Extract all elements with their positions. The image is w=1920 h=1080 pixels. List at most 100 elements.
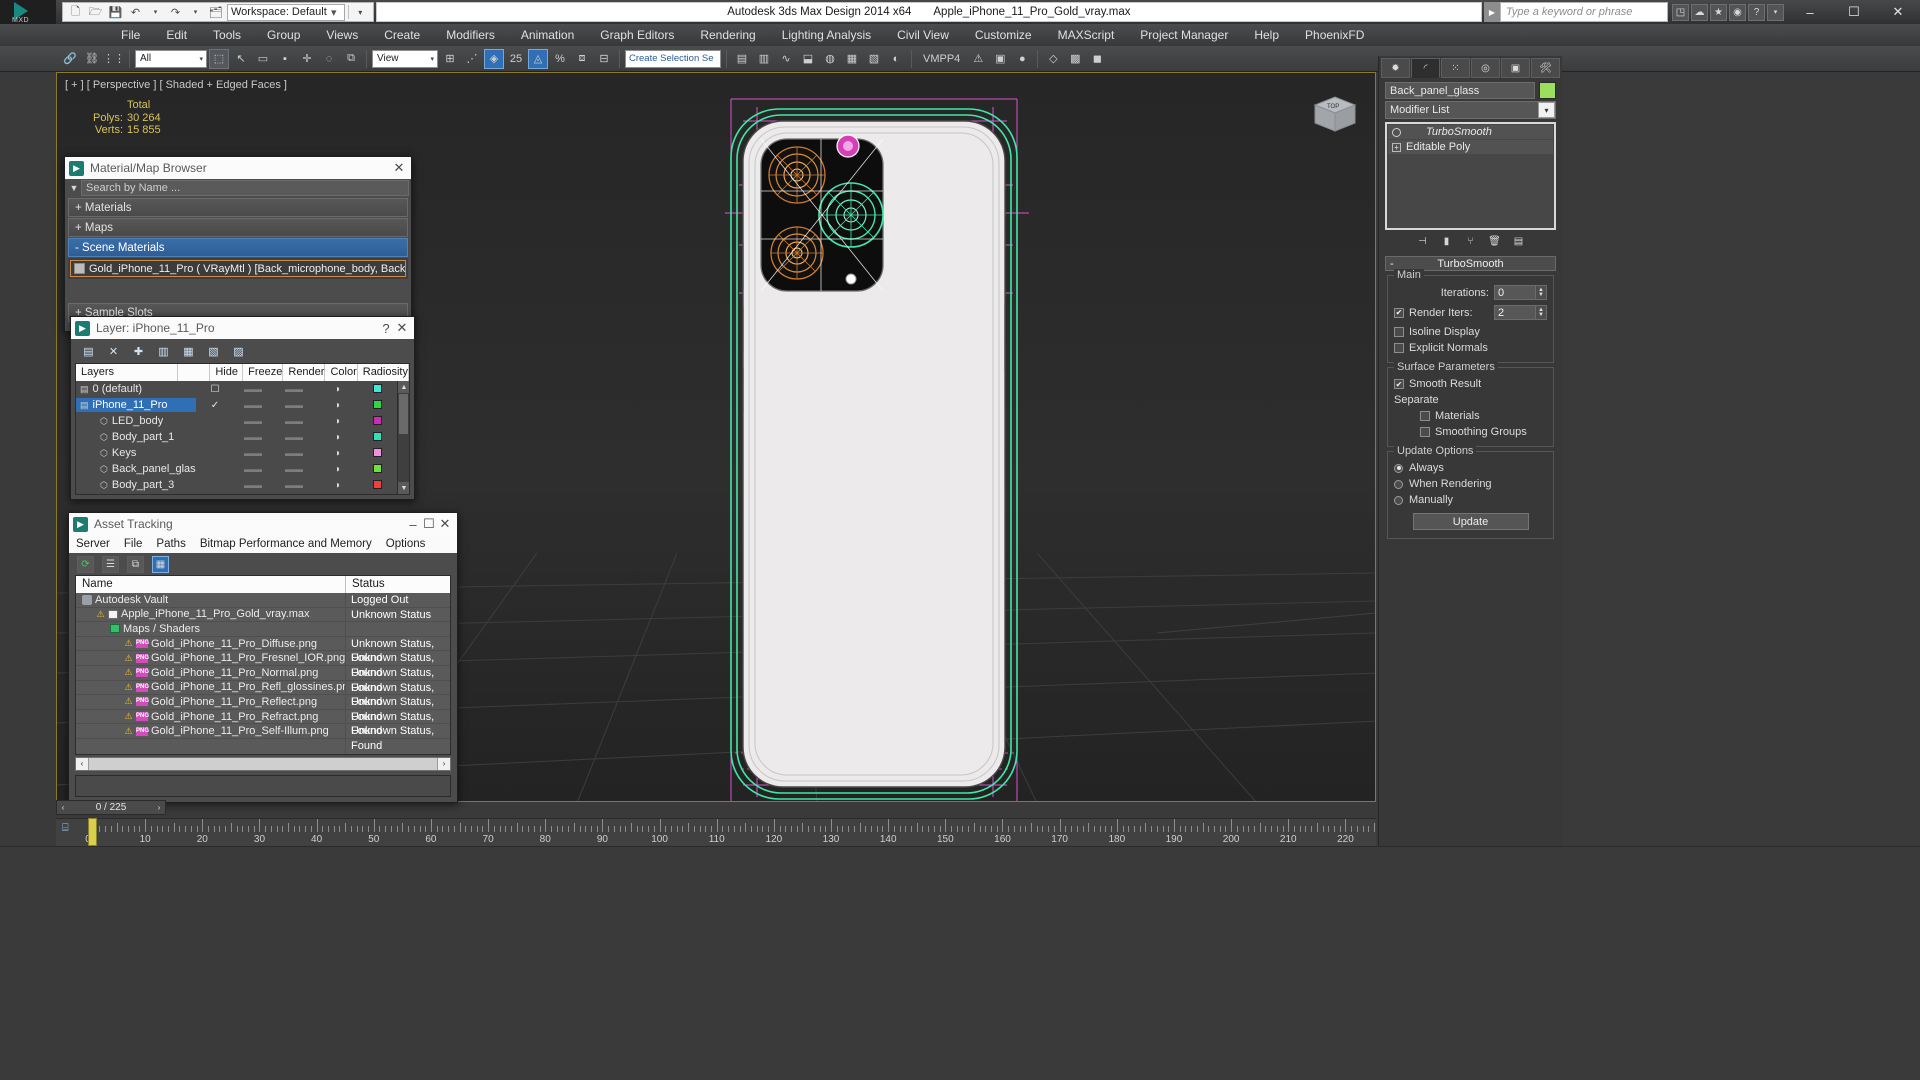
asset-menu-paths[interactable]: Paths <box>149 538 192 550</box>
expand-plus-icon[interactable]: + <box>1392 142 1401 152</box>
menu-item-graph-editors[interactable]: Graph Editors <box>587 24 687 46</box>
layer-color-swatch[interactable] <box>372 415 382 425</box>
menu-item-tools[interactable]: Tools <box>200 24 254 46</box>
search-expand-icon[interactable]: ▶ <box>1484 2 1500 22</box>
create-new-layer-icon[interactable]: ▤ <box>81 344 96 359</box>
vray-sphere-icon[interactable]: ● <box>1012 49 1032 69</box>
asset-row[interactable]: ⚠ PNG Gold_iPhone_11_Pro_Refl_glossines.pn… <box>76 680 450 708</box>
angle-snap-toggle-icon[interactable]: ◈ <box>484 48 504 69</box>
configure-modifier-sets-icon[interactable]: ▤ <box>1511 234 1527 248</box>
layer-render-cell[interactable]: ◗ <box>316 384 360 395</box>
separate-smoothing-groups-row[interactable]: Smoothing Groups <box>1394 424 1547 440</box>
close-icon[interactable]: ✕ <box>391 160 407 176</box>
favorites-icon[interactable]: ★ <box>1710 3 1727 21</box>
qat-overflow-icon[interactable]: ▾ <box>352 4 369 21</box>
snap-toggle-icon[interactable]: ⋰ <box>462 49 482 69</box>
layer-color-cell[interactable] <box>360 447 394 459</box>
use-pivot-point-center-icon[interactable]: ⊞ <box>440 49 460 69</box>
layer-color-cell[interactable] <box>360 463 394 475</box>
layer-color-cell[interactable] <box>360 431 394 443</box>
mirror-icon[interactable]: ⧈ <box>572 49 592 69</box>
material-search-input[interactable]: Search by Name ... <box>81 180 409 196</box>
layer-hide-cell[interactable]: ▬▬ <box>234 480 272 490</box>
scroll-right-icon[interactable]: › <box>437 757 450 770</box>
phoenix-sim-icon[interactable]: ◇ <box>1043 49 1063 69</box>
layer-render-cell[interactable]: ◗ <box>316 480 360 491</box>
vray-warning-icon[interactable]: ⚠ <box>968 49 988 69</box>
render-iters-checkbox[interactable]: ✔ <box>1394 307 1404 318</box>
update-option-manually[interactable]: Manually <box>1394 492 1547 508</box>
scene-material-item[interactable]: Gold_iPhone_11_Pro ( VRayMtl ) [Back_mic… <box>70 260 406 277</box>
maximize-icon[interactable]: ☐ <box>421 516 437 532</box>
select-and-rotate-icon[interactable]: ◌ <box>319 49 339 69</box>
pin-stack-icon[interactable]: ⊣ <box>1415 234 1431 248</box>
layer-render-cell[interactable]: ◗ <box>316 400 360 411</box>
asset-row[interactable]: ⚠ PNG Gold_iPhone_11_Pro_Reflect.png Unknow… <box>76 695 450 723</box>
close-icon[interactable]: ✕ <box>394 320 410 336</box>
tree-view-icon[interactable]: ⧉ <box>127 555 144 573</box>
layer-scrollbar[interactable]: ▲ ▼ <box>397 381 409 494</box>
layer-row[interactable]: ⬡LED_body▬▬▬▬◗▩ <box>76 413 409 429</box>
asset-row[interactable]: ⚠ PNG Gold_iPhone_11_Pro_Diffuse.png Unknow… <box>76 636 450 664</box>
menu-item-project-manager[interactable]: Project Manager <box>1127 24 1241 46</box>
menu-item-customize[interactable]: Customize <box>962 24 1045 46</box>
highlight-selected-objects-icon[interactable]: ▦ <box>181 344 196 359</box>
explicit-normals-row[interactable]: Explicit Normals <box>1394 340 1547 356</box>
asset-row[interactable]: ⚠ PNG Gold_iPhone_11_Pro_Self-Illum.png Unk… <box>76 724 450 752</box>
menu-item-maxscript[interactable]: MAXScript <box>1045 24 1128 46</box>
layer-hide-cell[interactable]: ▬▬ <box>234 400 272 410</box>
layer-color-swatch[interactable] <box>372 383 382 393</box>
layer-freeze-cell[interactable]: ▬▬ <box>272 416 316 426</box>
remove-modifier-icon[interactable]: 🗑 <box>1487 234 1503 248</box>
layer-render-cell[interactable]: ◗ <box>316 464 360 475</box>
render-setup-icon[interactable]: ▦ <box>842 49 862 69</box>
scroll-down-icon[interactable]: ▼ <box>398 482 409 494</box>
named-selection-set-input[interactable]: Create Selection Se <box>625 49 721 68</box>
iterations-spinner[interactable]: ▲ ▼ <box>1536 285 1547 300</box>
asset-row[interactable]: ⚠ Apple_iPhone_11_Pro_Gold_vray.max Unknow… <box>76 607 450 623</box>
maximize-button[interactable]: ☐ <box>1832 0 1876 24</box>
project-folder-icon[interactable]: 🗂 <box>207 4 224 21</box>
asset-menu-bitmap-performance-and-memory[interactable]: Bitmap Performance and Memory <box>193 538 379 550</box>
menu-item-file[interactable]: File <box>108 24 153 46</box>
tab-utilities[interactable]: 🛠 <box>1531 58 1560 78</box>
modifier-stack-item[interactable]: TurboSmooth <box>1388 125 1553 140</box>
next-frame-icon[interactable]: › <box>153 803 165 812</box>
update-option-always[interactable]: Always <box>1394 460 1547 476</box>
selection-filter-select[interactable]: All ▾ <box>135 49 207 68</box>
edit-named-selection-sets-icon[interactable]: % <box>550 49 570 69</box>
tab-motion[interactable]: ◎ <box>1471 58 1500 78</box>
layer-hide-cell[interactable]: ▬▬ <box>234 464 272 474</box>
menu-item-help[interactable]: Help <box>1241 24 1292 46</box>
layer-row[interactable]: ⬡Body_part_1▬▬▬▬◗▩ <box>76 429 409 445</box>
menu-item-modifiers[interactable]: Modifiers <box>433 24 508 46</box>
key-mode-icon[interactable]: ⌸ <box>62 822 76 838</box>
explicit-normals-checkbox[interactable] <box>1394 343 1404 353</box>
layer-properties-icon[interactable]: ▨ <box>231 344 246 359</box>
frame-counter[interactable]: ‹ 0 / 225 › <box>56 800 166 815</box>
communication-icon[interactable]: ◉ <box>1729 3 1746 21</box>
tab-display[interactable]: ▣ <box>1501 58 1530 78</box>
asset-row[interactable]: Maps / Shaders <box>76 622 450 637</box>
layer-color-swatch[interactable] <box>372 399 382 409</box>
separate-smoothing-groups-checkbox[interactable] <box>1420 427 1430 437</box>
menu-item-animation[interactable]: Animation <box>508 24 587 46</box>
layer-color-swatch[interactable] <box>372 463 382 473</box>
asset-menu-file[interactable]: File <box>117 538 150 550</box>
close-button[interactable]: ✕ <box>1876 0 1920 24</box>
scroll-left-icon[interactable]: ‹ <box>76 757 89 770</box>
isoline-display-checkbox[interactable] <box>1394 327 1404 337</box>
material-map-browser-window[interactable]: ▶ Material/Map Browser ✕ ▼ Search by Nam… <box>64 156 412 332</box>
object-color-swatch[interactable] <box>1539 82 1556 99</box>
select-link-icon[interactable]: 🔗 <box>60 49 80 69</box>
material-rollout-2[interactable]: - Scene Materials <box>68 238 408 257</box>
tab-create[interactable]: ✹ <box>1381 58 1410 78</box>
grid-view-icon[interactable]: ▦ <box>152 555 169 573</box>
search-input[interactable]: Type a keyword or phrase <box>1500 2 1668 22</box>
add-selection-to-layer-icon[interactable]: ✚ <box>131 344 146 359</box>
render-production-icon[interactable]: ◐ <box>886 49 906 69</box>
save-file-icon[interactable]: 💾 <box>107 4 124 21</box>
vray-light-icon[interactable]: ▣ <box>990 49 1010 69</box>
chevron-down-icon[interactable]: ▼ <box>67 183 81 193</box>
workspace-selector[interactable]: Workspace: Default ▾ <box>227 3 345 21</box>
